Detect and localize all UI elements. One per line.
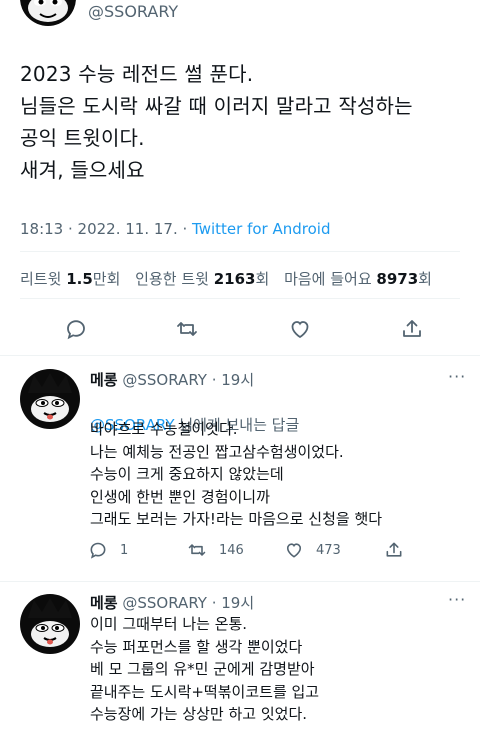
reply-header: 메롱 @SSORARY · 19시 [90,369,254,390]
reply-text: 이미 그때부터 나는 온통. 수능 퍼포먼스를 할 생각 뿐이었다 베 모 그룹… [90,615,320,724]
author-avatar[interactable] [20,0,76,26]
reply-author-handle[interactable]: @SSORARY [122,594,207,612]
more-options-icon[interactable]: ··· [448,367,466,386]
divider [20,298,460,299]
reply-author-name[interactable]: 메롱 [90,594,118,612]
retweet-count: 146 [219,542,244,558]
reply-count: 1 [120,542,129,558]
reply-header: 메롱 @SSORARY · 19시 [90,592,254,613]
tweet-meta: 18:13 · 2022. 11. 17. · Twitter for Andr… [20,220,330,238]
tweet-text: 2023 수능 레전드 썰 푼다. 님들은 도시락 싸갈 때 이러지 말라고 작… [20,62,413,182]
quotes-stat[interactable]: 인용한 트윗 2163회 [135,270,269,288]
divider [20,251,460,252]
tweet-action-bar [0,313,480,345]
retweet-icon[interactable] [171,313,203,345]
share-button[interactable] [384,540,416,560]
reply-author-name[interactable]: 메롱 [90,371,118,389]
reply-avatar[interactable] [20,369,80,429]
reply-time[interactable]: · 19시 [207,594,254,612]
reply-tweet[interactable]: 메롱 @SSORARY · 19시 ··· 이미 그때부터 나는 온통. 수능 … [0,581,480,731]
share-icon[interactable] [396,313,428,345]
reply-author-handle[interactable]: @SSORARY [122,371,207,389]
heart-icon[interactable] [284,313,316,345]
share-icon [386,542,402,557]
reply-tweet[interactable]: 메롱 @SSORARY · 19시 ··· @SSORARY 님에게 보내는 답… [0,355,480,587]
tweet-time[interactable]: 18:13 · 2022. 11. 17. · [20,220,192,238]
tweet-source-link[interactable]: Twitter for Android [192,220,330,238]
reply-icon [90,542,106,559]
reply-time[interactable]: · 19시 [207,371,254,389]
likes-stat[interactable]: 마음에 들어요 8973회 [284,270,432,288]
retweet-button[interactable]: 146 [187,540,244,560]
like-button[interactable]: 473 [284,540,341,560]
reply-action-bar: 1 146 473 [88,540,418,564]
reply-icon[interactable] [60,313,92,345]
more-options-icon[interactable]: ··· [448,590,466,609]
reply-text: 바야흐로 수능철이엇다. 나는 예체능 전공인 짭고삼수험생이었다. 수능이 크… [90,420,383,529]
retweet-icon [188,544,206,556]
retweets-stat[interactable]: 리트윗 1.5만회 [20,270,120,288]
reply-button[interactable]: 1 [88,540,128,560]
tweet-stats: 리트윗 1.5만회 인용한 트윗 2163회 마음에 들어요 8973회 [20,268,442,289]
reply-avatar[interactable] [20,594,80,654]
like-count: 473 [316,542,341,558]
author-handle[interactable]: @SSORARY [88,2,178,21]
heart-icon [286,543,302,558]
